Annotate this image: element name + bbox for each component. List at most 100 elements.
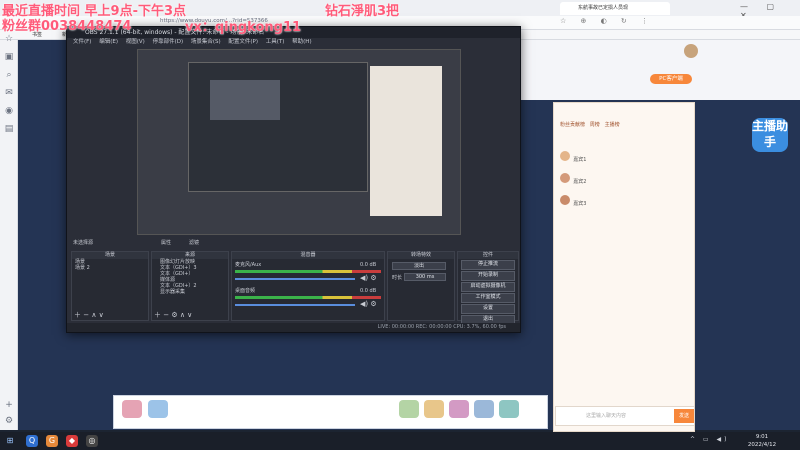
menu-view[interactable]: 视图(V) <box>126 38 145 47</box>
audio-meter <box>235 296 381 299</box>
scene-item[interactable]: 场景 2 <box>72 265 148 271</box>
gift-icon[interactable] <box>499 400 519 418</box>
no-source-label: 未选择源 <box>73 240 94 246</box>
hint-overlay: 钻石淨肌3把 <box>325 4 400 19</box>
stop-streaming-button[interactable]: 停止推流 <box>461 260 515 270</box>
list-item[interactable]: 嘉宾3 <box>560 195 688 207</box>
gift-icon[interactable] <box>122 400 142 418</box>
menu-docks[interactable]: 停靠部件(D) <box>153 38 184 47</box>
sources-dock: 来源 图像幻灯片放映 文本（GDI+）3 文本（GDI+） 媒体源 文本（GDI… <box>151 251 229 321</box>
clock-time: 9:01 <box>755 434 769 440</box>
search-icon[interactable]: Q <box>26 435 38 447</box>
clock-date: 2022/4/12 <box>747 442 777 448</box>
windows-start-icon[interactable]: ⊞ <box>4 435 16 447</box>
filters-button[interactable]: 滤镜 <box>189 240 199 246</box>
gift-toolbar <box>113 395 548 429</box>
audio-meter <box>235 270 381 273</box>
menu-tools[interactable]: 工具(T) <box>266 38 285 47</box>
mail-icon[interactable]: ✉ <box>4 88 14 98</box>
settings-button[interactable]: 设置 <box>461 304 515 314</box>
nested-obs <box>210 80 280 120</box>
avatar[interactable] <box>684 44 698 58</box>
avatar <box>560 195 570 205</box>
gift-icon[interactable] <box>148 400 168 418</box>
duration-input[interactable]: 300 ms <box>404 273 446 281</box>
tray-icons[interactable]: ^ ▭ ◀) <box>690 436 729 443</box>
transition-select[interactable]: 淡出 <box>392 262 446 270</box>
window-controls[interactable]: — ▢ ✕ <box>740 2 798 20</box>
gift-icon[interactable] <box>449 400 469 418</box>
rank-tab[interactable]: 周榜 <box>590 122 600 128</box>
scenes-dock: 场景 场景 场景 2 ＋ − ∧ ∨ <box>71 251 149 321</box>
mute-icon[interactable]: ◀) ⚙ <box>360 275 377 282</box>
scenes-dock-title: 场景 <box>72 252 148 259</box>
virtual-camera-button[interactable]: 启动虚拟摄像机 <box>461 282 515 292</box>
list-item[interactable]: 嘉宾1 <box>560 151 688 163</box>
start-recording-button[interactable]: 开始录制 <box>461 271 515 281</box>
bookmark-icon[interactable]: ▣ <box>4 52 14 62</box>
mixer-channel-db: 0.0 dB <box>360 262 377 268</box>
source-item[interactable]: 显示器采集 <box>152 289 228 295</box>
gift-icon[interactable] <box>424 400 444 418</box>
rank-tabs: 粉丝贡献榜 周榜 主播榜 <box>560 121 690 129</box>
user-name: 嘉宾2 <box>573 179 587 185</box>
add-icon[interactable]: + <box>4 400 14 410</box>
duration-label: 时长 <box>392 275 403 281</box>
menu-edit[interactable]: 编辑(E) <box>99 38 118 47</box>
star-icon[interactable]: ☆ <box>4 34 14 44</box>
avatar <box>560 151 570 161</box>
volume-slider[interactable] <box>235 278 355 280</box>
browser-icon[interactable]: G <box>46 435 58 447</box>
browser-tab[interactable]: 东航事故已定损人员现 <box>560 2 670 15</box>
user-name: 嘉宾1 <box>573 157 587 163</box>
chat-icon[interactable]: ◉ <box>4 106 14 116</box>
source-toolbar[interactable]: ＋ − ⚙ ∧ ∨ <box>154 312 192 319</box>
browser-sidebar: ☆ ▣ ⌕ ✉ ◉ ▤ + ⚙ <box>0 34 18 430</box>
properties-button[interactable]: 属性 <box>161 240 171 246</box>
mixer-channel-db: 0.0 dB <box>360 288 377 294</box>
gift-icon[interactable] <box>474 400 494 418</box>
banner-logo[interactable]: 主播助手 <box>752 118 788 152</box>
search-icon[interactable]: ⌕ <box>4 70 14 80</box>
volume-slider[interactable] <box>235 304 355 306</box>
transitions-dock-title: 转场特效 <box>388 252 454 259</box>
obs-icon[interactable]: ◎ <box>86 435 98 447</box>
fan-group-overlay: 粉丝群0038448474 <box>2 19 132 34</box>
app-icon[interactable]: ◆ <box>66 435 78 447</box>
sources-dock-title: 来源 <box>152 252 228 259</box>
scene-toolbar[interactable]: ＋ − ∧ ∨ <box>74 312 104 319</box>
taskbar <box>0 432 800 450</box>
chat-placeholder: 这里输入聊天内容 <box>586 413 627 419</box>
nested-page <box>370 66 442 216</box>
menu-file[interactable]: 文件(F) <box>73 38 91 47</box>
page-header: PC客户端 <box>520 40 800 100</box>
obs-menu-bar: 文件(F) 编辑(E) 视图(V) 停靠部件(D) 场景集合(S) 配置文件(P… <box>67 38 520 47</box>
menu-scene-collection[interactable]: 场景集合(S) <box>191 38 221 47</box>
menu-help[interactable]: 帮助(H) <box>292 38 311 47</box>
mixer-dock: 混音器 麦克风/Aux 0.0 dB ◀) ⚙ 桌面音频 0.0 dB ◀) ⚙ <box>231 251 385 321</box>
rank-tab[interactable]: 粉丝贡献榜 <box>560 122 585 128</box>
settings-icon[interactable]: ⚙ <box>4 416 14 426</box>
clock[interactable]: 9:01 2022/4/12 <box>742 433 782 450</box>
send-button[interactable]: 发送 <box>674 409 694 423</box>
obs-window[interactable]: OBS 27.1.1 (64-bit, windows) - 配置文件: 未命名… <box>66 26 521 333</box>
studio-mode-button[interactable]: 工作室模式 <box>461 293 515 303</box>
chat-input[interactable]: 这里输入聊天内容 发送 <box>555 406 695 426</box>
mixer-dock-title: 混音器 <box>232 252 384 259</box>
menu-profile[interactable]: 配置文件(P) <box>228 38 258 47</box>
mute-icon[interactable]: ◀) ⚙ <box>360 301 377 308</box>
user-name: 嘉宾3 <box>573 201 587 207</box>
transitions-dock: 转场特效 淡出 时长 300 ms <box>387 251 455 321</box>
rank-panel: 粉丝贡献榜 周榜 主播榜 嘉宾1 嘉宾2 嘉宾3 <box>553 102 695 432</box>
gift-icon[interactable] <box>399 400 419 418</box>
note-icon[interactable]: ▤ <box>4 124 14 134</box>
controls-dock: 控件 停止推流 开始录制 启动虚拟摄像机 工作室模式 设置 退出 <box>457 251 519 325</box>
avatar <box>560 173 570 183</box>
pc-client-button[interactable]: PC客户端 <box>650 74 692 84</box>
list-item[interactable]: 嘉宾2 <box>560 173 688 185</box>
toolbar-icons[interactable]: ☆ ⊕ ◐ ↻ ⋮ <box>560 17 654 25</box>
obs-preview[interactable] <box>137 49 461 235</box>
rank-tab[interactable]: 主播榜 <box>605 122 620 128</box>
vx-overlay: vx：qingkong11 <box>185 20 302 35</box>
obs-status-bar: LIVE: 00:00:00 REC: 00:00:00 CPU: 3.7%, … <box>67 323 520 332</box>
